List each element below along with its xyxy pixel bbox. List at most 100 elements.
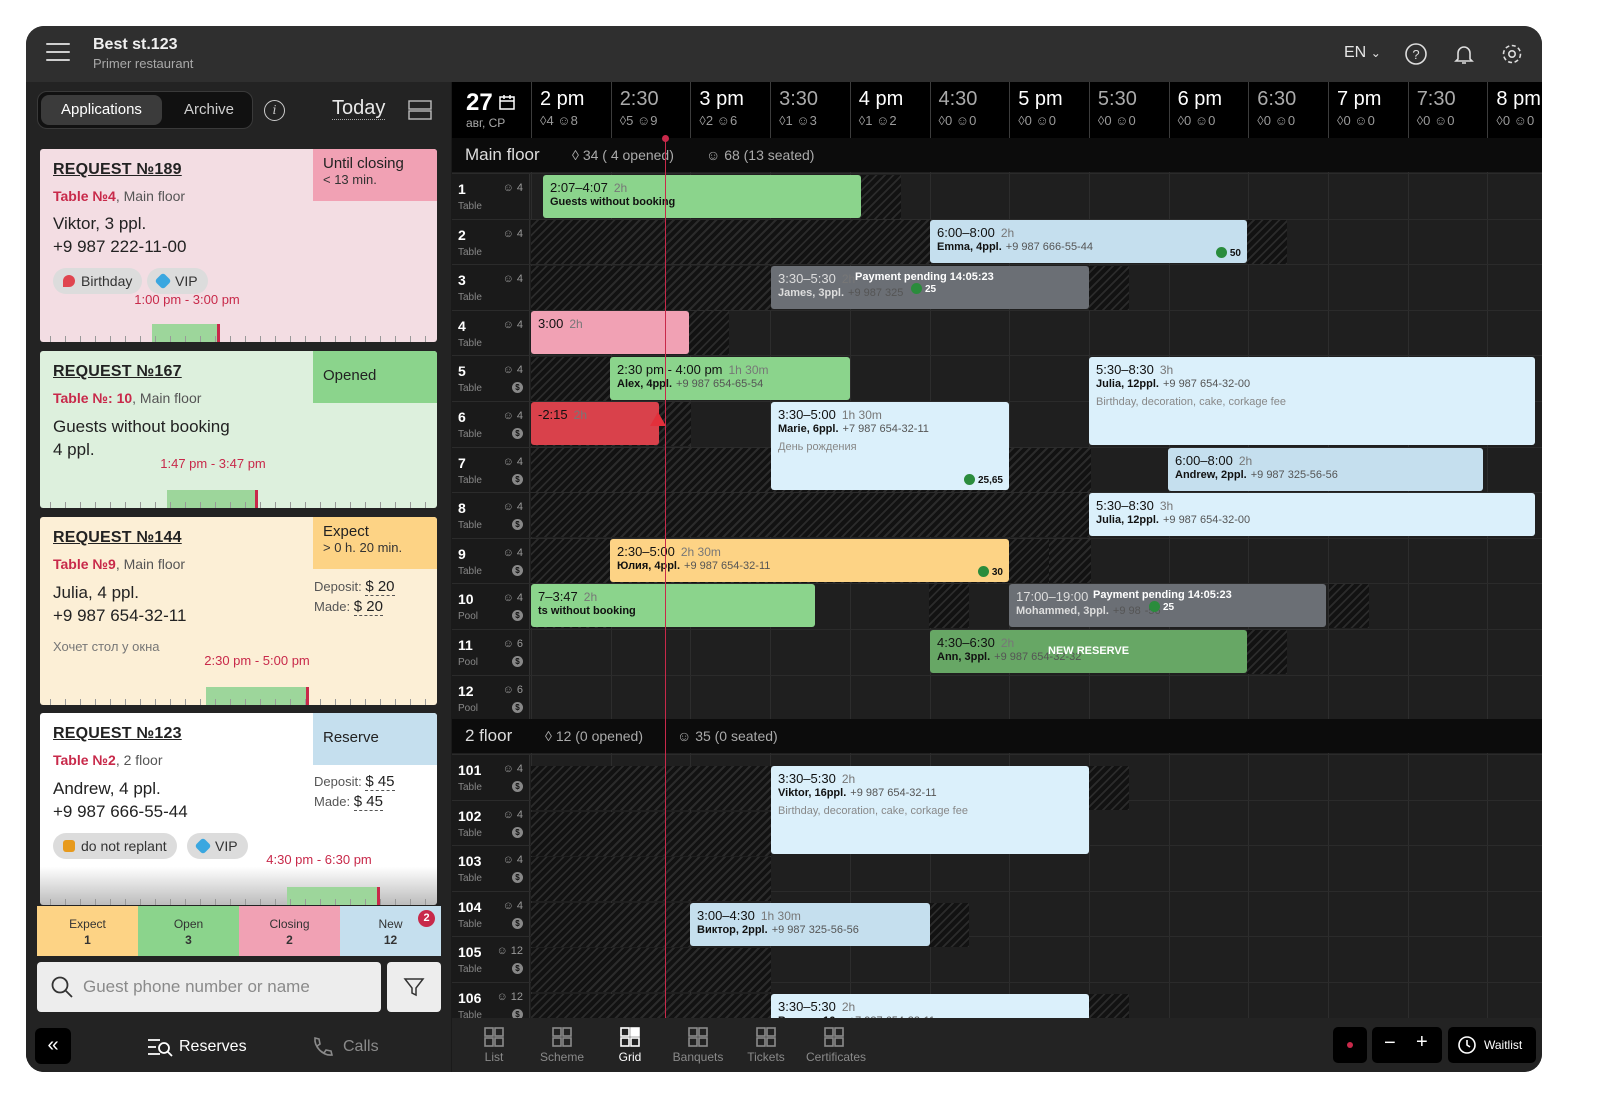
guest-phone: +9 987 666-55-44	[53, 802, 188, 821]
nav-reserves[interactable]: Reserves	[147, 1034, 247, 1060]
menu-icon[interactable]	[46, 43, 70, 63]
table-label: 104 Table ☺ 4 $	[452, 891, 530, 937]
clock-icon	[1458, 1036, 1476, 1054]
reservation-block[interactable]: 7–3:47 2h ts without booking	[531, 584, 815, 627]
reservation-block[interactable]: 5:30–8:30 3h Julia, 12ppl. +9 987 654-32-00	[1089, 493, 1535, 536]
request-card[interactable]: REQUEST №144 Table №9, Main floor Julia,…	[40, 517, 437, 705]
nav-grid[interactable]: Grid	[602, 1026, 658, 1064]
date-weekday: авг, СР	[466, 116, 506, 130]
app-window: Best st.123 Primer restaurant EN ⌄ ? App…	[26, 26, 1542, 1072]
unavailable-slot	[929, 584, 969, 628]
reservation-time: 3:30–5:30 2h	[778, 999, 856, 1014]
date-picker[interactable]: 27 авг, СР	[466, 90, 516, 130]
grid-bottom-bar: List Scheme Grid Banquets Tickets Certificate…	[452, 1018, 1542, 1072]
layout-toggle-icon[interactable]	[408, 100, 432, 120]
table-capacity: ☺ 4	[502, 546, 523, 559]
dollar-icon	[911, 283, 922, 294]
table-kind: Table	[458, 827, 482, 839]
zoom-in-button[interactable]: +	[1416, 1031, 1428, 1054]
today-button[interactable]: Today	[332, 97, 386, 120]
nav-scheme[interactable]: Scheme	[534, 1026, 590, 1064]
table-kind: Table	[458, 246, 482, 258]
request-card[interactable]: REQUEST №167 Table №: 10, Main floor Gue…	[40, 351, 437, 508]
summary-closing[interactable]: Closing 2	[239, 906, 340, 956]
collapse-panel-button[interactable]: «	[35, 1028, 71, 1064]
request-number: REQUEST №167	[53, 363, 182, 380]
summary-open[interactable]: Open 3	[138, 906, 239, 956]
zoom-out-button[interactable]: −	[1384, 1032, 1396, 1055]
time-slot-counts: ◊5 ☺9	[619, 113, 658, 128]
info-icon[interactable]: i	[264, 100, 285, 121]
table-kind: Pool	[458, 657, 479, 668]
time-slot-counts: ◊0 ☺0	[1097, 113, 1136, 128]
request-number: REQUEST №144	[53, 529, 182, 546]
nav-tickets[interactable]: Tickets	[738, 1026, 794, 1064]
guest-phone: +9 987 654-32-11	[53, 606, 187, 625]
search-icon	[51, 976, 73, 998]
reservation-block[interactable]: 3:30–5:30 2h James, 3ppl. +9 987 325 Payment…	[771, 266, 1089, 309]
waitlist-button[interactable]: Waitlist	[1448, 1027, 1536, 1063]
deposit: Deposit: $ 20	[314, 578, 395, 596]
table-row[interactable]: 12 Pool ☺ 6 $	[452, 674, 1542, 721]
summary-expect[interactable]: Expect 1	[37, 906, 138, 956]
tab-applications[interactable]: Applications	[41, 95, 162, 125]
reservation-block[interactable]: -2:15 2h	[531, 402, 659, 445]
reservation-duration: 2h	[841, 772, 856, 786]
table-kind: Table	[458, 201, 482, 212]
nav-list[interactable]: List	[466, 1026, 522, 1064]
time-slot-counts: ◊0 ☺0	[1416, 113, 1455, 128]
deposit-icon: $	[512, 428, 523, 439]
reservation-block[interactable]: 6:00–8:00 2h Emma, 4ppl. +9 987 666-55-44 50	[930, 220, 1247, 263]
deposit-icon: $	[512, 872, 523, 884]
search-input[interactable]	[83, 962, 373, 1012]
gear-icon[interactable]	[1500, 42, 1524, 66]
request-card[interactable]: REQUEST №123 Table №2, 2 floor Andrew, 4…	[40, 713, 437, 905]
request-table: Table №9, Main floor	[53, 556, 186, 572]
nav-banquets[interactable]: Banquets	[670, 1026, 726, 1064]
reservation-block[interactable]: 4:30–6:30 2h Ann, 3ppl. +9 987 654-32-32 NEW…	[930, 630, 1247, 673]
reservation-block[interactable]: 3:00–4:30 1h 30m Виктор, 2ppl. +9 987 325-5…	[690, 903, 930, 946]
reservation-block[interactable]: 2:07–4:07 2h Guests without booking	[543, 175, 861, 218]
reservation-block[interactable]: 2:30 pm - 4:00 pm 1h 30m Alex, 4ppl. +9 987…	[610, 357, 850, 400]
table-capacity: ☺ 4	[502, 501, 523, 514]
time-slot-counts: ◊0 ☺0	[1257, 113, 1296, 128]
nav-calls[interactable]: Calls	[311, 1034, 379, 1060]
reservation-duration: 2h	[569, 317, 583, 331]
language-selector[interactable]: EN ⌄	[1344, 44, 1381, 62]
table-number: 7	[458, 454, 466, 471]
reservation-guest: Виктор, 2ppl. +9 987 325-56-56	[697, 924, 859, 936]
filter-icon	[403, 978, 425, 997]
reservation-block[interactable]: 5:30–8:30 3h Julia, 12ppl. +9 987 654-32-00…	[1089, 357, 1535, 445]
reservation-block[interactable]: 6:00–8:00 2h Andrew, 2ppl. +9 987 325-56-56	[1168, 448, 1483, 491]
reservation-guest: Emma, 4ppl. +9 987 666-55-44	[937, 241, 1093, 253]
waitlist-label: Waitlist	[1484, 1038, 1523, 1052]
unavailable-slot	[929, 903, 969, 947]
bell-icon[interactable]	[1452, 42, 1476, 66]
timeline-label: 2:30 pm - 5:00 pm	[204, 653, 310, 668]
reservation-block[interactable]: 2:30–5:00 2h 30m Юлия, 4ppl. +9 987 654-32-…	[610, 539, 1009, 582]
record-button[interactable]	[1333, 1027, 1367, 1063]
reservation-guest: Julia, 12ppl. +9 987 654-32-00	[1096, 378, 1251, 390]
reservation-time: 3:00–4:30 1h 30m	[697, 908, 801, 923]
table-number: 105	[458, 944, 482, 961]
deposit-icon: $	[512, 656, 523, 667]
table-number: 102	[458, 807, 482, 824]
reservation-block[interactable]: 3:30–5:30 2h Viktor, 16ppl. +9 987 654-32-1…	[771, 766, 1089, 854]
reservation-time: 3:30–5:00 1h 30m	[778, 407, 882, 422]
reservation-duration: 2h	[1238, 454, 1253, 468]
reservation-time: 6:00–8:00 2h	[1175, 453, 1253, 468]
reservation-duration: 2h	[841, 272, 856, 286]
help-icon[interactable]: ?	[1404, 42, 1428, 66]
time-slot-counts: ◊1 ☺3	[779, 113, 817, 128]
tab-archive[interactable]: Archive	[174, 95, 244, 125]
request-card[interactable]: REQUEST №189 Table №4, Main floor Viktor…	[40, 149, 437, 342]
reservation-block[interactable]: 3:30–5:302hВиктор, 16ч.+7 987 654-32-11	[771, 994, 1089, 1018]
request-number: REQUEST №189	[53, 161, 182, 178]
reservation-block[interactable]: 3:30–5:00 1h 30m Marie, 6ppl. +7 987 654-32…	[771, 402, 1009, 490]
reservation-block[interactable]: 17:00–19:00Mohammed, 3ppl.+9 98-56Paymen…	[1009, 584, 1326, 627]
nav-certificates[interactable]: Certificates	[806, 1026, 866, 1064]
table-number: 9	[458, 545, 466, 562]
unavailable-slot	[531, 903, 691, 947]
time-slot-label: 2 pm	[540, 88, 585, 110]
filter-button[interactable]	[387, 962, 441, 1012]
